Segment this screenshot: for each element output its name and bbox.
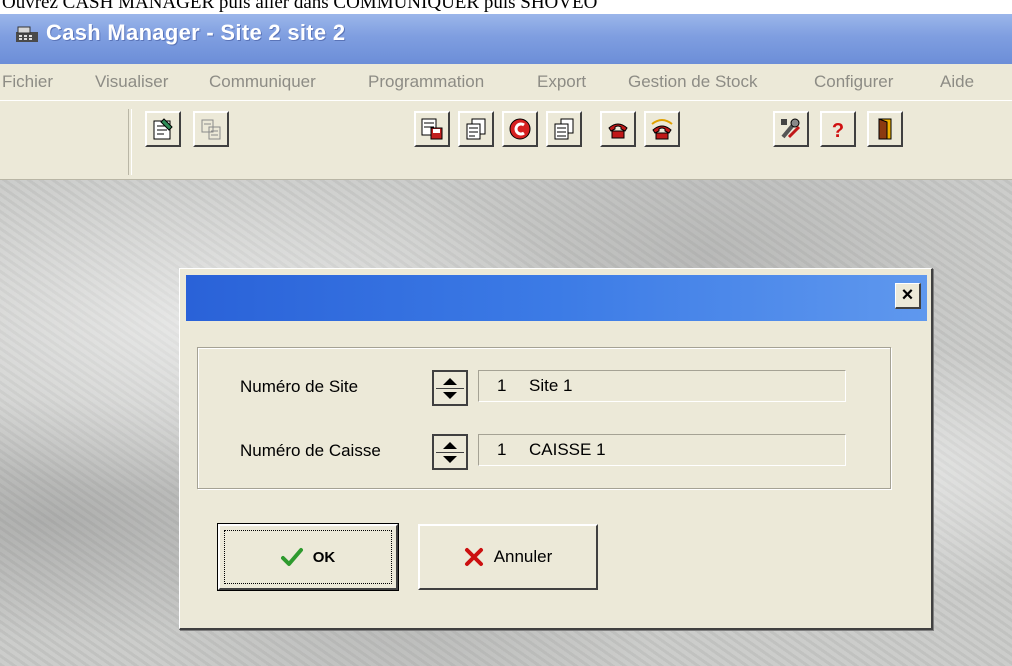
site-name-value: Site 1 — [529, 376, 573, 395]
caisse-value-field: 1 CAISSE 1 — [478, 434, 846, 466]
red-cross-icon — [464, 548, 483, 566]
telephone-button[interactable] — [600, 111, 636, 147]
caisse-name-value: CAISSE 1 — [529, 440, 606, 459]
tools-button[interactable] — [773, 111, 809, 147]
toolbar: ? — [0, 100, 1012, 180]
documents-button[interactable] — [546, 111, 582, 147]
disabled-document-button[interactable] — [193, 111, 229, 147]
edit-document-icon — [153, 118, 173, 140]
cancel-button-label: Annuler — [493, 547, 553, 566]
c-refresh-icon — [509, 118, 531, 140]
site-value-field: 1 Site 1 — [478, 370, 846, 402]
dialog-caption[interactable]: × — [186, 275, 927, 321]
caisse-spinner[interactable] — [432, 434, 468, 470]
help-icon: ? — [832, 120, 844, 142]
svg-text:?: ? — [832, 120, 844, 142]
site-spinner-down[interactable] — [436, 388, 464, 402]
site-caisse-dialog: × Numéro de Site 1 Site 1 Numéro de Cais… — [179, 268, 933, 630]
disabled-document-icon — [201, 119, 221, 140]
menu-visualiser[interactable]: Visualiser — [95, 72, 168, 92]
telephone-ring-icon — [651, 119, 673, 140]
toolbar-separator — [128, 109, 132, 175]
caisse-spinner-down[interactable] — [436, 452, 464, 466]
menu-configurer[interactable]: Configurer — [814, 72, 893, 92]
menu-bar: Fichier Visualiser Communiquer Programma… — [0, 64, 1012, 100]
document-copy-icon — [466, 118, 486, 140]
tools-icon — [781, 118, 801, 139]
menu-gestion-de-stock[interactable]: Gestion de Stock — [628, 72, 757, 92]
copy-document-button[interactable] — [458, 111, 494, 147]
menu-export[interactable]: Export — [537, 72, 586, 92]
window-title: Cash Manager - Site 2 site 2 — [46, 20, 346, 45]
ok-button[interactable]: OK — [217, 523, 399, 591]
save-document-button[interactable] — [414, 111, 450, 147]
caisse-number-value: 1 — [497, 440, 507, 459]
menu-fichier[interactable]: Fichier — [2, 72, 53, 92]
floppy-document-icon — [421, 118, 443, 140]
telephone-icon — [608, 123, 628, 139]
exit-button[interactable] — [867, 111, 903, 147]
focus-rectangle — [224, 530, 392, 584]
caisse-number-label: Numéro de Caisse — [240, 441, 381, 460]
site-number-label: Numéro de Site — [240, 377, 359, 396]
arrow-down-icon — [443, 391, 457, 399]
cash-register-icon — [16, 26, 38, 42]
document-text: Ouvrez CASH MANAGER puis aller dans COMM… — [2, 0, 598, 13]
caisse-spinner-up[interactable] — [436, 438, 464, 453]
edit-document-button[interactable] — [145, 111, 181, 147]
menu-communiquer[interactable]: Communiquer — [209, 72, 316, 92]
menu-aide[interactable]: Aide — [940, 72, 974, 92]
refresh-button[interactable] — [502, 111, 538, 147]
menu-programmation[interactable]: Programmation — [368, 72, 484, 92]
arrow-down-icon — [443, 455, 457, 463]
site-spinner[interactable] — [432, 370, 468, 406]
arrow-up-icon — [443, 441, 457, 449]
window-titlebar[interactable]: Cash Manager - Site 2 site 2 — [0, 14, 1012, 64]
arrow-up-icon — [443, 377, 457, 385]
site-number-value: 1 — [497, 376, 507, 395]
close-button[interactable]: × — [895, 283, 921, 309]
site-spinner-up[interactable] — [436, 374, 464, 389]
documents-icon — [554, 118, 574, 140]
exit-door-icon — [878, 118, 892, 140]
telephone-ring-button[interactable] — [644, 111, 680, 147]
help-button[interactable]: ? — [820, 111, 856, 147]
selection-groupbox — [197, 347, 891, 489]
cancel-button[interactable]: Annuler — [418, 524, 598, 590]
